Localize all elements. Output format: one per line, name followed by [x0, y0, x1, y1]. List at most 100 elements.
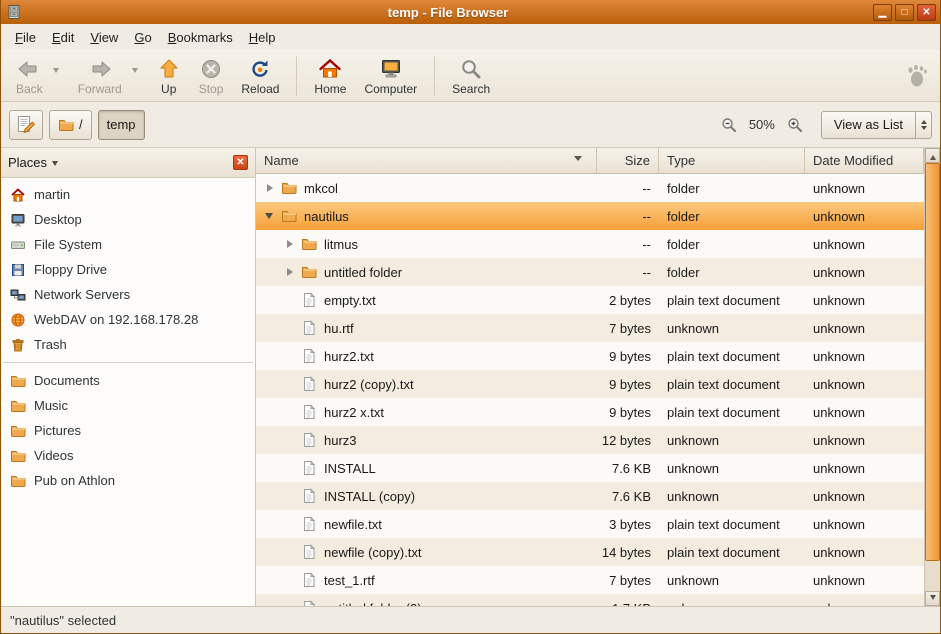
sidebar-item-martin[interactable]: martin — [1, 182, 255, 207]
maximize-button[interactable]: □ — [895, 4, 914, 21]
size-cell: 9 bytes — [597, 342, 659, 370]
home-small-icon — [10, 187, 26, 203]
file-row-hurz3[interactable]: hurz312 bytesunknownunknown — [256, 426, 924, 454]
size-cell: 7.6 KB — [597, 454, 659, 482]
date-modified-cell: unknown — [805, 426, 924, 454]
file-row-newfile-txt[interactable]: newfile.txt3 bytesplain text documentunk… — [256, 510, 924, 538]
file-row-mkcol[interactable]: mkcol--folderunknown — [256, 174, 924, 202]
zoom-out-button[interactable] — [717, 113, 741, 137]
view-mode-select[interactable]: View as List — [821, 111, 932, 139]
toolbar-back-button: Back — [7, 53, 52, 98]
close-button[interactable]: ✕ — [917, 4, 936, 21]
file-icon — [301, 488, 317, 504]
toolbar-home-button[interactable]: Home — [305, 53, 355, 98]
date-modified-cell: unknown — [805, 538, 924, 566]
toolbar-up-button[interactable]: Up — [148, 53, 190, 98]
sidebar-item-file-system[interactable]: File System — [1, 232, 255, 257]
expander-spacer — [282, 426, 296, 454]
menu-go[interactable]: Go — [126, 27, 159, 48]
chevron-down-icon — [52, 161, 58, 169]
titlebar[interactable]: temp - File Browser ▁ □ ✕ — [1, 0, 940, 24]
sidebar-header: Places ✕ — [1, 148, 255, 178]
sidebar-item-floppy-drive[interactable]: Floppy Drive — [1, 257, 255, 282]
scrollbar-thumb[interactable] — [925, 163, 940, 561]
menu-edit[interactable]: Edit — [44, 27, 82, 48]
file-row-newfile-copy-txt[interactable]: newfile (copy).txt14 bytesplain text doc… — [256, 538, 924, 566]
file-row-hurz2-txt[interactable]: hurz2.txt9 bytesplain text documentunkno… — [256, 342, 924, 370]
forward-arrow-icon — [88, 56, 112, 81]
file-row-untitled-folder[interactable]: untitled folder--folderunknown — [256, 258, 924, 286]
sidebar-item-pictures[interactable]: Pictures — [1, 418, 255, 443]
sidebar-item-videos[interactable]: Videos — [1, 443, 255, 468]
file-row-litmus[interactable]: litmus--folderunknown — [256, 230, 924, 258]
sidebar-item-desktop[interactable]: Desktop — [1, 207, 255, 232]
file-row-nautilus[interactable]: nautilus--folderunknown — [256, 202, 924, 230]
expander-collapsed-icon[interactable] — [282, 258, 296, 286]
sidebar-item-network-servers[interactable]: Network Servers — [1, 282, 255, 307]
status-bar: "nautilus" selected — [1, 606, 940, 633]
date-modified-cell: unknown — [805, 454, 924, 482]
search-icon — [459, 56, 483, 81]
date-modified-cell: unknown — [805, 286, 924, 314]
menu-help[interactable]: Help — [241, 27, 284, 48]
file-row-install[interactable]: INSTALL7.6 KBunknownunknown — [256, 454, 924, 482]
folder-icon — [301, 264, 317, 280]
column-header-name[interactable]: Name — [256, 148, 597, 174]
menu-file[interactable]: File — [7, 27, 44, 48]
vertical-scrollbar[interactable] — [924, 148, 940, 606]
sidebar-item-webdav-on-192-168-178-28[interactable]: WebDAV on 192.168.178.28 — [1, 307, 255, 332]
menu-view[interactable]: View — [82, 27, 126, 48]
file-row-hurz2-x-txt[interactable]: hurz2 x.txt9 bytesplain text documentunk… — [256, 398, 924, 426]
file-row-hu-rtf[interactable]: hu.rtf7 bytesunknownunknown — [256, 314, 924, 342]
expander-collapsed-icon[interactable] — [262, 174, 276, 202]
file-row-install-copy[interactable]: INSTALL (copy)7.6 KBunknownunknown — [256, 482, 924, 510]
column-header-date-modified[interactable]: Date Modified — [805, 148, 924, 174]
combo-spinner — [915, 112, 931, 138]
toolbar-computer-button[interactable]: Computer — [355, 53, 426, 98]
path-button-current[interactable]: temp — [98, 110, 145, 140]
throbber-icon — [906, 64, 928, 88]
webdav-small-icon — [10, 312, 26, 328]
scroll-down-button[interactable] — [925, 591, 940, 606]
file-icon — [301, 376, 317, 392]
reload-icon — [248, 56, 272, 81]
column-header-size[interactable]: Size — [597, 148, 659, 174]
expander-spacer — [282, 482, 296, 510]
file-icon — [301, 572, 317, 588]
file-icon — [301, 432, 317, 448]
size-cell: 14 bytes — [597, 538, 659, 566]
folder-small-icon — [10, 423, 26, 439]
date-modified-cell: unknown — [805, 258, 924, 286]
size-cell: -- — [597, 174, 659, 202]
expander-collapsed-icon[interactable] — [282, 230, 296, 258]
expander-spacer — [282, 370, 296, 398]
menubar: FileEditViewGoBookmarksHelp — [1, 24, 940, 50]
arrow-down-icon — [930, 595, 936, 603]
sidebar-item-documents[interactable]: Documents — [1, 368, 255, 393]
file-row-test-1-rtf[interactable]: test_1.rtf7 bytesunknownunknown — [256, 566, 924, 594]
computer-icon — [379, 56, 403, 81]
file-row-untitled-folder-2[interactable]: untitled folder (2)1.7 KBunknownunknown — [256, 594, 924, 606]
sidebar-item-trash[interactable]: Trash — [1, 332, 255, 357]
menu-bookmarks[interactable]: Bookmarks — [160, 27, 241, 48]
toggle-location-entry-button[interactable] — [9, 110, 43, 140]
column-header-type[interactable]: Type — [659, 148, 805, 174]
file-list: NameSizeTypeDate Modified mkcol--folderu… — [256, 148, 924, 606]
file-row-hurz2-copy-txt[interactable]: hurz2 (copy).txt9 bytesplain text docume… — [256, 370, 924, 398]
file-icon — [301, 544, 317, 560]
folder-icon — [281, 180, 297, 196]
scroll-up-button[interactable] — [925, 148, 940, 163]
file-row-empty-txt[interactable]: empty.txt2 bytesplain text documentunkno… — [256, 286, 924, 314]
path-button-root[interactable]: / — [49, 110, 92, 140]
toolbar-reload-button[interactable]: Reload — [232, 53, 288, 98]
minimize-button[interactable]: ▁ — [873, 4, 892, 21]
sidebar-close-button[interactable]: ✕ — [233, 155, 248, 170]
date-modified-cell: unknown — [805, 398, 924, 426]
scrollbar-trough[interactable] — [925, 163, 940, 591]
sidebar-item-music[interactable]: Music — [1, 393, 255, 418]
expander-expanded-icon[interactable] — [262, 202, 276, 230]
zoom-in-button[interactable] — [783, 113, 807, 137]
toolbar-search-button[interactable]: Search — [443, 53, 499, 98]
sidebar-title[interactable]: Places — [8, 155, 47, 170]
sidebar-item-pub-on-athlon[interactable]: Pub on Athlon — [1, 468, 255, 493]
